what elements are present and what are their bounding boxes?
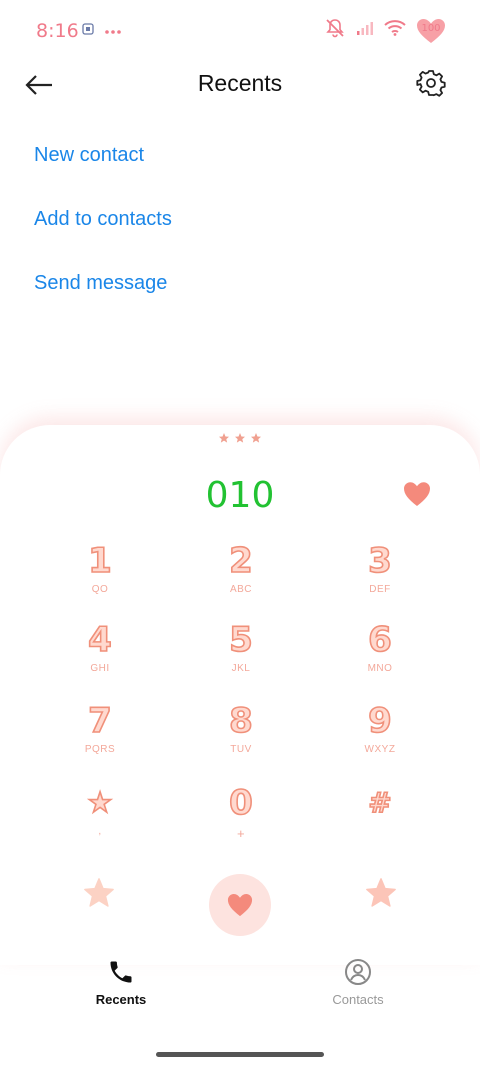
signal-icon <box>356 21 374 40</box>
contact-actions: New contact Add to contacts Send message <box>34 140 172 332</box>
star-icon <box>219 433 229 443</box>
right-star-button[interactable] <box>364 876 398 910</box>
key-digit: 2 <box>228 541 253 581</box>
status-time: 8:16 <box>36 20 79 42</box>
key-digit: 9 <box>367 701 392 741</box>
tab-contacts[interactable]: Contacts <box>298 958 418 1007</box>
key-letters: TUV <box>230 744 252 755</box>
key-1[interactable]: 1 QO <box>50 541 150 612</box>
key-digit: 3 <box>367 541 392 581</box>
more-notifications-icon <box>104 22 122 40</box>
star-icon <box>366 878 396 907</box>
heart-icon <box>404 482 430 506</box>
key-digit: 4 <box>87 620 112 660</box>
battery-level: 100 <box>421 22 441 34</box>
key-letters: + <box>236 826 246 841</box>
key-letters: WXYZ <box>364 744 396 755</box>
key-3[interactable]: 3 DEF <box>330 541 430 612</box>
wifi-icon <box>384 20 406 41</box>
key-digit: 0 <box>228 783 253 823</box>
heart-icon <box>227 894 253 917</box>
battery-heart-icon: 100 <box>416 18 446 44</box>
key-7[interactable]: 7 PQRS <box>50 701 150 772</box>
star-icon <box>84 878 114 907</box>
key-digit: 5 <box>228 620 253 660</box>
key-6[interactable]: 6 MNO <box>330 620 430 691</box>
settings-button[interactable] <box>416 68 446 98</box>
key-9[interactable]: 9 WXYZ <box>330 701 430 772</box>
key-letters: ABC <box>229 584 253 595</box>
key-digit: 8 <box>228 701 253 741</box>
tab-recents-label: Recents <box>95 992 147 1007</box>
contact-person-icon <box>345 959 371 985</box>
gear-icon <box>416 70 446 97</box>
key-digit: ★ <box>87 785 114 820</box>
new-contact-link[interactable]: New contact <box>34 140 172 204</box>
key-digit: # <box>367 785 392 820</box>
call-button[interactable] <box>209 874 271 936</box>
key-letters: PQRS <box>84 744 116 755</box>
key-letters: GHI <box>90 663 110 674</box>
dialer-collapse-handle[interactable] <box>218 432 262 444</box>
key-star[interactable]: ★ , <box>50 784 150 854</box>
key-digit: 1 <box>87 541 112 581</box>
key-letters: DEF <box>369 584 391 595</box>
star-icon <box>235 433 245 443</box>
key-letters: QO <box>91 584 109 595</box>
status-bar: 8:16 100 <box>0 0 480 60</box>
key-5[interactable]: 5 JKL <box>191 620 291 691</box>
key-letters: JKL <box>231 663 251 674</box>
star-icon <box>251 433 261 443</box>
left-star-button[interactable] <box>82 876 116 910</box>
key-letters: , <box>98 826 102 837</box>
key-digit: 6 <box>367 620 392 660</box>
bottom-navigation: Recents Contacts <box>0 950 480 1020</box>
key-8[interactable]: 8 TUV <box>191 701 291 772</box>
send-message-link[interactable]: Send message <box>34 268 172 332</box>
phone-icon <box>110 961 132 983</box>
key-2[interactable]: 2 ABC <box>191 541 291 612</box>
silent-bell-icon <box>324 17 346 44</box>
key-4[interactable]: 4 GHI <box>50 620 150 691</box>
top-app-bar: Recents <box>0 60 480 110</box>
page-title: Recents <box>197 70 283 96</box>
add-to-contacts-link[interactable]: Add to contacts <box>34 204 172 268</box>
key-digit: 7 <box>87 701 112 741</box>
key-0[interactable]: 0 + <box>191 783 291 854</box>
tab-recents[interactable]: Recents <box>61 958 181 1007</box>
home-indicator[interactable] <box>156 1052 324 1057</box>
notification-app-icon <box>82 22 94 40</box>
key-letters: MNO <box>367 663 393 674</box>
heart-button[interactable] <box>402 480 432 508</box>
tab-contacts-label: Contacts <box>332 992 384 1007</box>
key-hash[interactable]: # <box>330 784 430 854</box>
